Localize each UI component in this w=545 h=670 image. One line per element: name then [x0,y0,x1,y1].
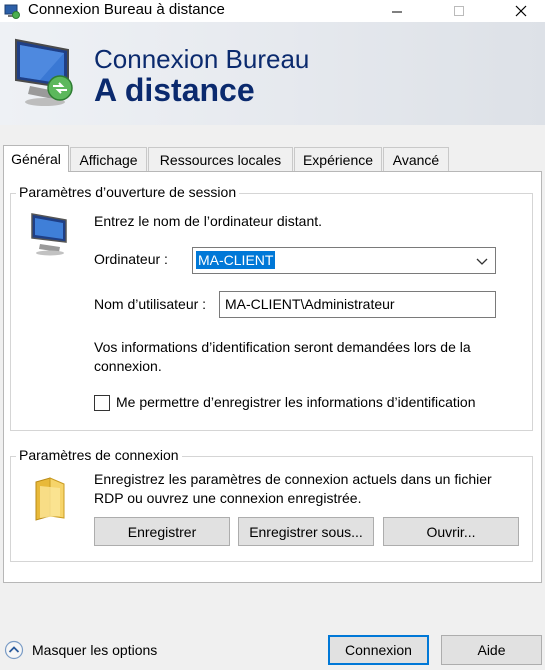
computer-combobox[interactable]: MA-CLIENT [192,247,496,274]
tab-ressources-locales[interactable]: Ressources locales [148,147,293,171]
remote-desktop-app-icon [4,3,20,19]
computer-combobox-value[interactable]: MA-CLIENT [196,251,276,269]
connect-button[interactable]: Connexion [328,635,429,665]
folder-icon [30,476,70,522]
save-credentials-checkbox[interactable] [94,395,110,411]
close-button[interactable] [498,0,544,22]
tab-avance[interactable]: Avancé [383,147,449,171]
maximize-button[interactable] [436,0,482,22]
save-as-button[interactable]: Enregistrer sous... [238,517,374,546]
banner-title-line2: A distance [94,72,255,108]
save-credentials-label[interactable]: Me permettre d’enregistrer les informati… [116,394,476,410]
save-button[interactable]: Enregistrer [94,517,230,546]
session-group-legend: Paramètres d’ouverture de session [16,184,240,200]
connection-group-legend: Paramètres de connexion [16,447,182,463]
hide-options-link[interactable]: Masquer les options [32,642,157,658]
chevron-down-icon[interactable] [475,254,489,268]
tab-affichage[interactable]: Affichage [70,147,147,171]
username-label: Nom d’utilisateur : [94,296,207,312]
remote-desktop-monitor-icon [10,36,80,108]
open-button[interactable]: Ouvrir... [383,517,519,546]
collapse-options-icon[interactable] [4,640,24,660]
tab-general[interactable]: Général [3,145,69,172]
close-icon [515,5,527,17]
computer-label: Ordinateur : [94,251,168,267]
help-button[interactable]: Aide [441,635,542,665]
credentials-note: Vos informations d’identification seront… [94,339,471,374]
session-intro-text: Entrez le nom de l’ordinateur distant. [94,213,323,229]
tab-experience[interactable]: Expérience [294,147,382,171]
banner-title-line1: Connexion Bureau [94,44,310,74]
connection-description: Enregistrez les paramètres de connexion … [94,471,492,506]
minimize-icon [392,11,402,13]
maximize-icon [454,6,464,16]
computer-icon [28,210,74,256]
window-title: Connexion Bureau à distance [28,1,225,18]
username-field[interactable]: MA-CLIENT\Administrateur [219,291,496,318]
minimize-button[interactable] [374,0,420,22]
